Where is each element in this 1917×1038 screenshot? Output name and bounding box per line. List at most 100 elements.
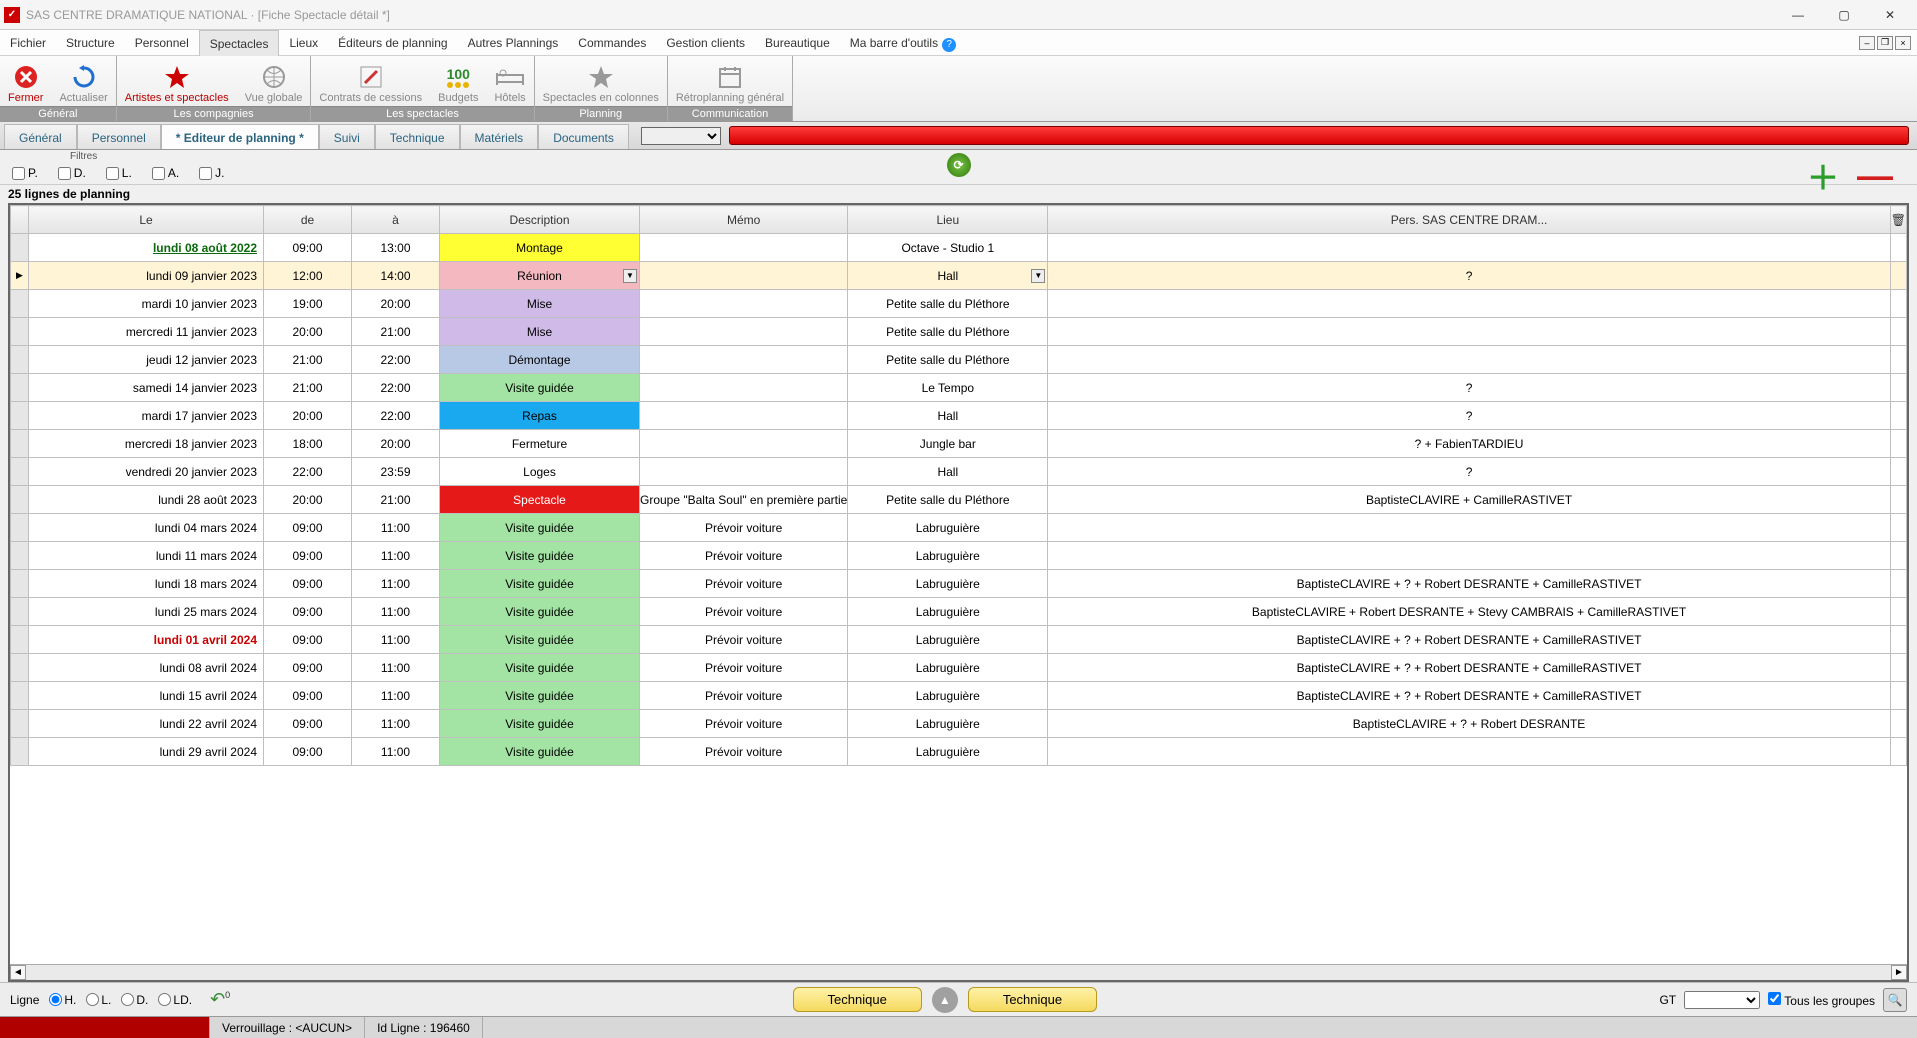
- cell-memo[interactable]: Prévoir voiture: [640, 598, 848, 626]
- cell-description[interactable]: Mise: [440, 290, 640, 318]
- menu-item-bureautique[interactable]: Bureautique: [755, 30, 840, 56]
- tous-groupes-check[interactable]: Tous les groupes: [1768, 992, 1875, 1008]
- table-row[interactable]: samedi 14 janvier 202321:0022:00Visite g…: [11, 374, 1907, 402]
- cell-memo[interactable]: Prévoir voiture: [640, 654, 848, 682]
- cell-description[interactable]: Visite guidée: [440, 682, 640, 710]
- cell-personnel[interactable]: [1048, 234, 1890, 262]
- menu-item-structure[interactable]: Structure: [56, 30, 125, 56]
- cell-personnel[interactable]: BaptisteCLAVIRE + ? + Robert DESRANTE + …: [1048, 570, 1890, 598]
- cell-description[interactable]: Mise: [440, 318, 640, 346]
- technique-button-left[interactable]: Technique: [793, 987, 922, 1012]
- cell-de[interactable]: 12:00: [264, 262, 352, 290]
- cell-description[interactable]: Visite guidée: [440, 710, 640, 738]
- dropdown-icon[interactable]: ▼: [623, 269, 637, 283]
- filter-check-j[interactable]: J.: [199, 166, 224, 180]
- table-row[interactable]: lundi 01 avril 202409:0011:00Visite guid…: [11, 626, 1907, 654]
- cell-a[interactable]: 11:00: [352, 626, 440, 654]
- cell-de[interactable]: 20:00: [264, 402, 352, 430]
- cell-personnel[interactable]: BaptisteCLAVIRE + ? + Robert DESRANTE + …: [1048, 626, 1890, 654]
- table-row[interactable]: lundi 15 avril 202409:0011:00Visite guid…: [11, 682, 1907, 710]
- cell-memo[interactable]: [640, 374, 848, 402]
- cell-lieu[interactable]: Labruguière: [848, 626, 1048, 654]
- cell-date[interactable]: samedi 14 janvier 2023: [29, 374, 264, 402]
- menu-item--diteurs-de-planning[interactable]: Éditeurs de planning: [328, 30, 457, 56]
- mdi-restore-button[interactable]: ❐: [1877, 36, 1893, 50]
- scroll-left-button[interactable]: ◄: [10, 965, 26, 980]
- table-row[interactable]: lundi 29 avril 202409:0011:00Visite guid…: [11, 738, 1907, 766]
- tab-suivi[interactable]: Suivi: [319, 124, 375, 149]
- table-row[interactable]: mardi 17 janvier 202320:0022:00RepasHall…: [11, 402, 1907, 430]
- ribbon-contrats-de-cessions-button[interactable]: Contrats de cessions: [311, 56, 430, 106]
- scroll-right-button[interactable]: ►: [1891, 965, 1907, 980]
- filter-check-l[interactable]: L.: [106, 166, 132, 180]
- cell-date[interactable]: lundi 15 avril 2024: [29, 682, 264, 710]
- cell-lieu[interactable]: Jungle bar: [848, 430, 1048, 458]
- cell-lieu[interactable]: Petite salle du Pléthore: [848, 346, 1048, 374]
- column-header[interactable]: Mémo: [640, 206, 848, 234]
- table-row[interactable]: mardi 10 janvier 202319:0020:00MisePetit…: [11, 290, 1907, 318]
- refresh-button[interactable]: ⟳: [947, 153, 971, 177]
- cell-de[interactable]: 09:00: [264, 234, 352, 262]
- cell-a[interactable]: 11:00: [352, 542, 440, 570]
- menu-item-gestion-clients[interactable]: Gestion clients: [656, 30, 755, 56]
- column-header[interactable]: Le: [29, 206, 264, 234]
- table-row[interactable]: jeudi 12 janvier 202321:0022:00Démontage…: [11, 346, 1907, 374]
- ribbon-actualiser-button[interactable]: Actualiser: [51, 56, 115, 106]
- cell-date[interactable]: lundi 18 mars 2024: [29, 570, 264, 598]
- cell-description[interactable]: Visite guidée: [440, 598, 640, 626]
- cell-lieu[interactable]: Labruguière: [848, 682, 1048, 710]
- cell-lieu[interactable]: Hall: [848, 458, 1048, 486]
- cell-description[interactable]: Montage: [440, 234, 640, 262]
- cell-a[interactable]: 22:00: [352, 346, 440, 374]
- cell-personnel[interactable]: [1048, 346, 1890, 374]
- table-row[interactable]: lundi 11 mars 202409:0011:00Visite guidé…: [11, 542, 1907, 570]
- cell-memo[interactable]: [640, 234, 848, 262]
- table-row[interactable]: lundi 25 mars 202409:0011:00Visite guidé…: [11, 598, 1907, 626]
- cell-de[interactable]: 21:00: [264, 346, 352, 374]
- cell-date[interactable]: lundi 29 avril 2024: [29, 738, 264, 766]
- cell-date[interactable]: lundi 25 mars 2024: [29, 598, 264, 626]
- cell-memo[interactable]: Groupe "Balta Soul" en première partie: [640, 486, 848, 514]
- cell-a[interactable]: 11:00: [352, 682, 440, 710]
- cell-de[interactable]: 20:00: [264, 486, 352, 514]
- ribbon-h-tels-button[interactable]: Hôtels: [486, 56, 533, 106]
- cell-description[interactable]: Visite guidée: [440, 514, 640, 542]
- cell-date[interactable]: lundi 22 avril 2024: [29, 710, 264, 738]
- cell-date[interactable]: lundi 08 avril 2024: [29, 654, 264, 682]
- cell-lieu[interactable]: Labruguière: [848, 738, 1048, 766]
- cell-de[interactable]: 20:00: [264, 318, 352, 346]
- cell-memo[interactable]: Prévoir voiture: [640, 514, 848, 542]
- table-row[interactable]: lundi 08 août 202209:0013:00MontageOctav…: [11, 234, 1907, 262]
- cell-de[interactable]: 09:00: [264, 738, 352, 766]
- cell-memo[interactable]: [640, 402, 848, 430]
- column-header[interactable]: à: [352, 206, 440, 234]
- table-row[interactable]: vendredi 20 janvier 202322:0023:59LogesH…: [11, 458, 1907, 486]
- cell-personnel[interactable]: ?: [1048, 402, 1890, 430]
- menu-item-lieux[interactable]: Lieux: [279, 30, 328, 56]
- cell-memo[interactable]: Prévoir voiture: [640, 710, 848, 738]
- cell-personnel[interactable]: [1048, 542, 1890, 570]
- cell-description[interactable]: Fermeture: [440, 430, 640, 458]
- table-row[interactable]: lundi 28 août 202320:0021:00SpectacleGro…: [11, 486, 1907, 514]
- cell-memo[interactable]: Prévoir voiture: [640, 570, 848, 598]
- cell-memo[interactable]: [640, 458, 848, 486]
- cell-description[interactable]: Visite guidée: [440, 626, 640, 654]
- cell-description[interactable]: Visite guidée: [440, 738, 640, 766]
- cell-a[interactable]: 11:00: [352, 598, 440, 626]
- cell-memo[interactable]: Prévoir voiture: [640, 626, 848, 654]
- cell-a[interactable]: 11:00: [352, 738, 440, 766]
- cell-a[interactable]: 21:00: [352, 318, 440, 346]
- radio-ld[interactable]: LD.: [158, 993, 192, 1007]
- cell-a[interactable]: 22:00: [352, 374, 440, 402]
- cell-de[interactable]: 22:00: [264, 458, 352, 486]
- cell-a[interactable]: 13:00: [352, 234, 440, 262]
- technique-button-right[interactable]: Technique: [968, 987, 1097, 1012]
- cell-memo[interactable]: [640, 346, 848, 374]
- table-row[interactable]: ▶lundi 09 janvier 202312:0014:00Réunion▼…: [11, 262, 1907, 290]
- filter-check-d[interactable]: D.: [58, 166, 86, 180]
- gt-select[interactable]: [1684, 991, 1760, 1009]
- ribbon-budgets-button[interactable]: 100Budgets: [430, 56, 486, 106]
- cell-lieu[interactable]: Petite salle du Pléthore: [848, 486, 1048, 514]
- cell-memo[interactable]: Prévoir voiture: [640, 542, 848, 570]
- table-row[interactable]: lundi 04 mars 202409:0011:00Visite guidé…: [11, 514, 1907, 542]
